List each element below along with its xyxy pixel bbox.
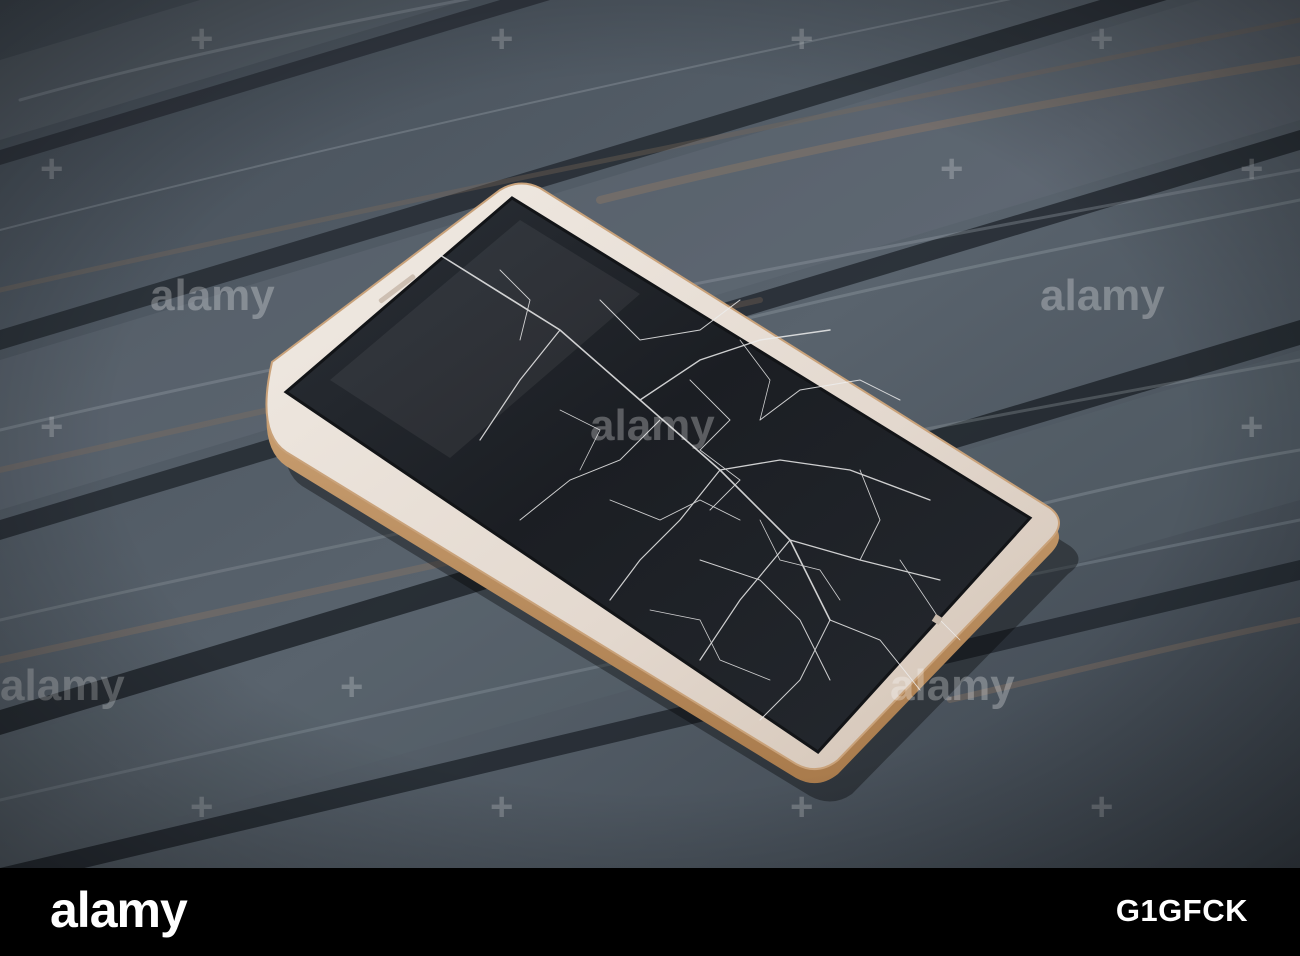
image-id-label: G1GFCK [1115, 893, 1248, 928]
photo-canvas: + + + + + + + alamy alamy alamy + + alam… [0, 0, 1300, 868]
photo-broken-smartphone-on-wood: + + + + + + + alamy alamy alamy + + alam… [0, 0, 1300, 868]
vignette-overlay [0, 0, 1300, 868]
footer-bar [0, 868, 1300, 956]
alamy-logo: alamy [50, 882, 188, 938]
stock-photo-frame: + + + + + + + alamy alamy alamy + + alam… [0, 0, 1300, 956]
